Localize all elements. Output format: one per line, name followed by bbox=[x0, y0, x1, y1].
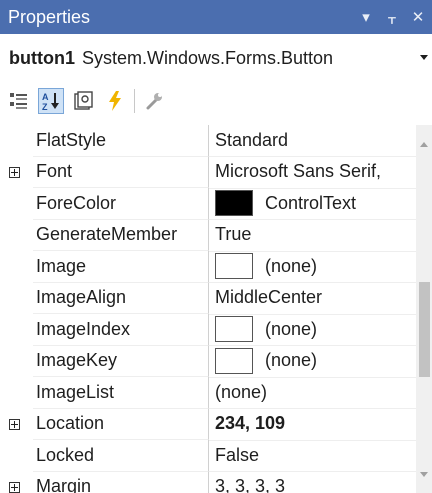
property-value[interactable]: (none) bbox=[209, 314, 416, 346]
property-name[interactable]: Image bbox=[33, 251, 209, 283]
scroll-thumb[interactable] bbox=[419, 282, 430, 377]
property-value-text: Microsoft Sans Serif, bbox=[215, 161, 382, 182]
property-value-text: (none) bbox=[265, 318, 318, 339]
property-name[interactable]: ImageKey bbox=[33, 345, 209, 377]
property-name[interactable]: Location bbox=[33, 408, 209, 440]
property-value-text: False bbox=[215, 444, 260, 465]
row-gutter bbox=[0, 156, 33, 188]
property-value[interactable]: 3, 3, 3, 3 bbox=[209, 471, 416, 493]
color-swatch bbox=[215, 190, 253, 217]
color-swatch bbox=[215, 316, 253, 343]
property-name[interactable]: FlatStyle bbox=[33, 125, 209, 157]
svg-text:A: A bbox=[42, 92, 49, 102]
color-swatch bbox=[215, 253, 253, 280]
property-value[interactable]: ControlText bbox=[209, 188, 416, 220]
property-name[interactable]: ImageAlign bbox=[33, 282, 209, 314]
property-value[interactable]: (none) bbox=[209, 377, 416, 409]
object-type: System.Windows.Forms.Button bbox=[81, 47, 334, 68]
row-gutter bbox=[0, 408, 33, 440]
row-gutter bbox=[0, 251, 33, 283]
property-row[interactable]: Locked False bbox=[0, 440, 416, 472]
row-gutter bbox=[0, 282, 33, 314]
property-value[interactable]: Microsoft Sans Serif, bbox=[209, 156, 416, 189]
property-name[interactable]: ImageIndex bbox=[33, 314, 209, 346]
categorized-icon[interactable] bbox=[6, 88, 32, 114]
row-gutter bbox=[0, 219, 33, 251]
property-name[interactable]: Margin bbox=[33, 471, 209, 493]
row-gutter bbox=[0, 314, 33, 346]
property-value-text: (none) bbox=[265, 255, 318, 276]
property-name[interactable]: ImageList bbox=[33, 377, 209, 409]
property-value-text: (none) bbox=[265, 350, 318, 371]
expand-icon[interactable] bbox=[9, 481, 20, 493]
scroll-up-icon[interactable] bbox=[420, 142, 428, 147]
property-value[interactable]: (none) bbox=[209, 251, 416, 283]
property-value[interactable]: True bbox=[209, 219, 416, 252]
property-value-text: (none) bbox=[215, 381, 268, 402]
row-gutter bbox=[0, 188, 33, 220]
row-gutter bbox=[0, 377, 33, 409]
row-gutter bbox=[0, 125, 33, 157]
scroll-down-icon[interactable] bbox=[420, 472, 428, 477]
property-pages-icon[interactable] bbox=[70, 88, 96, 114]
property-row[interactable]: Location 234, 109 bbox=[0, 408, 416, 441]
property-value-text: 3, 3, 3, 3 bbox=[215, 476, 286, 493]
wrench-icon[interactable] bbox=[141, 88, 167, 114]
property-name[interactable]: ForeColor bbox=[33, 188, 209, 220]
property-row[interactable]: ImageList (none) bbox=[0, 377, 416, 409]
property-value-text: True bbox=[215, 224, 252, 245]
property-row[interactable]: ImageAlign MiddleCenter bbox=[0, 282, 416, 315]
property-name[interactable]: GenerateMember bbox=[33, 219, 209, 251]
object-selector[interactable]: button1 System.Windows.Forms.Button bbox=[0, 36, 432, 80]
property-row[interactable]: Font Microsoft Sans Serif, bbox=[0, 156, 416, 189]
property-value[interactable]: False bbox=[209, 440, 416, 472]
vertical-scrollbar[interactable] bbox=[416, 125, 432, 493]
object-name: button1 bbox=[9, 47, 75, 68]
window-title: Properties bbox=[8, 6, 91, 27]
color-swatch bbox=[215, 347, 253, 374]
alphabetical-icon[interactable]: A Z bbox=[38, 88, 64, 114]
property-row[interactable]: Image (none) bbox=[0, 251, 416, 283]
property-grid: FlatStyle Standard Font Microsoft Sans Seri… bbox=[0, 125, 416, 493]
property-row[interactable]: ImageIndex (none) bbox=[0, 314, 416, 346]
property-row[interactable]: GenerateMember True bbox=[0, 219, 416, 252]
property-value[interactable]: (none) bbox=[209, 345, 416, 378]
property-row[interactable]: ImageKey (none) bbox=[0, 345, 416, 378]
row-gutter bbox=[0, 345, 33, 377]
properties-toolbar: A Z bbox=[0, 82, 432, 120]
property-value-text: ControlText bbox=[265, 192, 357, 213]
property-value-text: Standard bbox=[215, 129, 289, 150]
property-value[interactable]: Standard bbox=[209, 125, 416, 157]
property-row[interactable]: Margin 3, 3, 3, 3 bbox=[0, 471, 416, 493]
chevron-down-icon[interactable] bbox=[420, 55, 428, 60]
pin-icon[interactable]: ᚁ bbox=[380, 8, 404, 26]
svg-text:Z: Z bbox=[42, 102, 48, 111]
property-row[interactable]: ForeColor ControlText bbox=[0, 188, 416, 220]
row-gutter bbox=[0, 471, 33, 493]
row-gutter bbox=[0, 440, 33, 472]
properties-titlebar: Properties ▾ ᚁ ✕ bbox=[0, 0, 432, 34]
events-icon[interactable] bbox=[102, 88, 128, 114]
property-value[interactable]: MiddleCenter bbox=[209, 282, 416, 315]
close-icon[interactable]: ✕ bbox=[406, 8, 430, 26]
property-value[interactable]: 234, 109 bbox=[209, 408, 416, 441]
toolbar-divider bbox=[134, 89, 135, 113]
property-name[interactable]: Locked bbox=[33, 440, 209, 472]
expand-icon[interactable] bbox=[9, 418, 20, 430]
property-value-text: MiddleCenter bbox=[215, 287, 323, 308]
property-row[interactable]: FlatStyle Standard bbox=[0, 125, 416, 157]
dropdown-icon[interactable]: ▾ bbox=[354, 8, 378, 26]
property-name[interactable]: Font bbox=[33, 156, 209, 188]
property-value-text: 234, 109 bbox=[215, 413, 286, 434]
expand-icon[interactable] bbox=[9, 166, 20, 178]
